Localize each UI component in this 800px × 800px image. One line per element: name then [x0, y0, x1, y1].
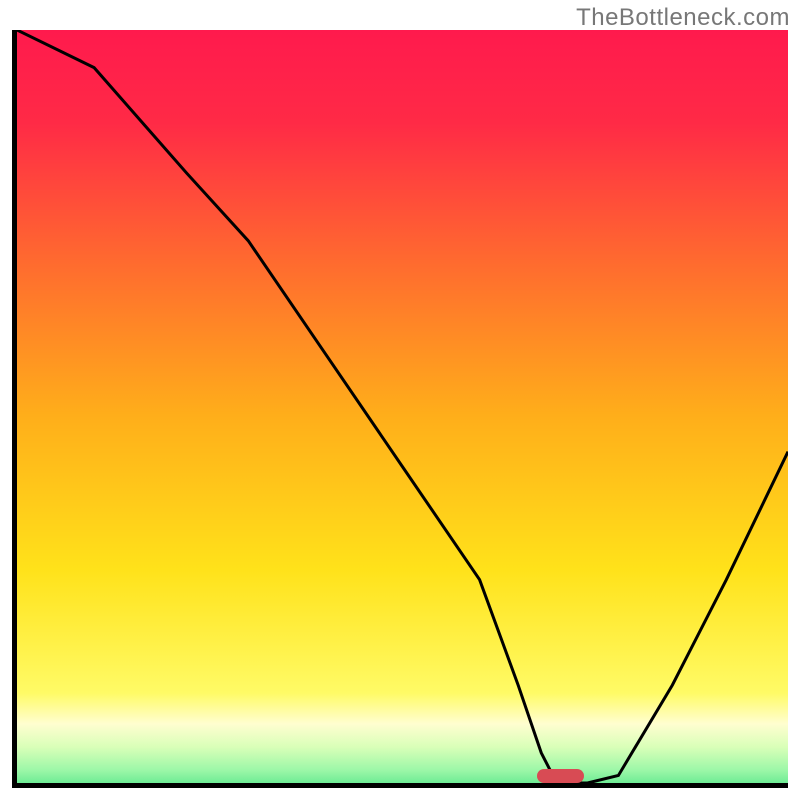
plot-frame	[12, 30, 788, 788]
bottleneck-curve	[17, 30, 788, 783]
watermark-text: TheBottleneck.com	[576, 4, 790, 32]
optimal-marker	[537, 769, 585, 783]
chart-container: TheBottleneck.com	[0, 0, 800, 800]
